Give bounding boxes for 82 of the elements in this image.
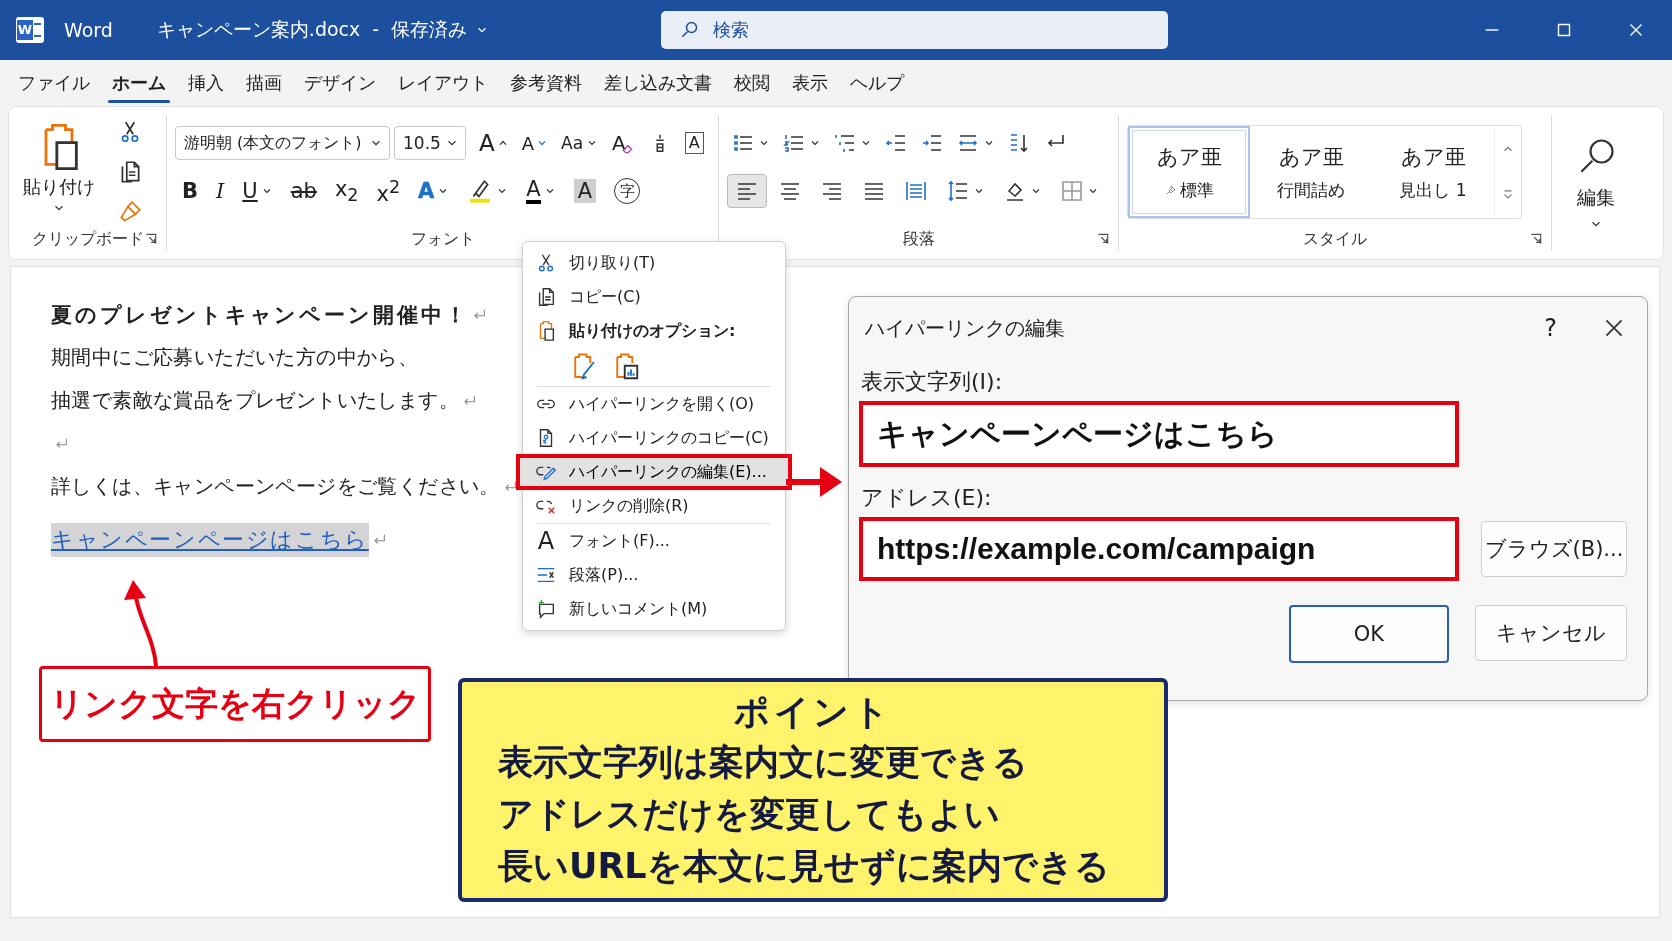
group-label: スタイル [1303, 228, 1367, 250]
note-text: 表示文字列は案内文に変更できる [498, 741, 1029, 784]
paragraph-tool-icon [946, 179, 970, 203]
hyperlink-text[interactable]: キャンペーンページはこちら [51, 522, 369, 557]
note-text: 長いURLを本文に見せずに案内できる [498, 845, 1111, 888]
callout-label: リンク文字を右クリック [39, 666, 431, 742]
search-icon [679, 20, 699, 40]
paragraph-text: 夏のプレゼントキャンペーン開催中！ [51, 301, 469, 329]
dialog-title: ハイパーリンクの編集 [865, 314, 1066, 342]
word-logo-icon: W [16, 17, 44, 43]
paragraph-tool-icon [1060, 179, 1084, 203]
ribbon-tab[interactable]: 校閲 [724, 63, 780, 103]
menu-item[interactable]: 段落(P)... [523, 558, 785, 592]
display-text-field[interactable]: キャンペーンページはこちら [859, 401, 1459, 467]
note-title: ポイント [734, 691, 892, 734]
group-label: 段落 [902, 228, 935, 250]
menu-item[interactable]: ハイパーリンクのコピー(C) [523, 421, 785, 455]
paragraph-text: 期間中にご応募いただいた方の中から、 [51, 344, 419, 371]
strikethrough-button[interactable]: ab [283, 174, 324, 208]
app-name: Word [64, 19, 113, 41]
style-item[interactable]: あア亜 行間詰め [1250, 126, 1372, 218]
character-border-button[interactable]: A [679, 126, 709, 160]
cancel-button[interactable]: キャンセル [1475, 605, 1627, 661]
character-shading-button[interactable]: A [566, 174, 604, 208]
browse-button[interactable]: ブラウズ(B)... [1481, 521, 1627, 577]
menu-item[interactable]: A フォント(F)... [523, 524, 785, 558]
dialog-launcher-icon[interactable] [1096, 232, 1110, 246]
paragraph-tool-icon [904, 179, 928, 203]
menu-item[interactable]: ハイパーリンクを開く(O) [523, 387, 785, 421]
ok-button[interactable]: OK [1289, 605, 1449, 663]
menu-header: 貼り付けのオプション: [523, 314, 785, 348]
help-button[interactable]: ? [1544, 314, 1557, 342]
pin-icon [1164, 184, 1177, 196]
style-item[interactable]: あア亜 見出し 1 [1372, 126, 1494, 218]
ribbon-tab[interactable]: 表示 [782, 63, 838, 103]
document-title-button[interactable]: キャンペーン案内.docx - 保存済み [156, 17, 490, 43]
down-caret-icon [537, 138, 548, 148]
ribbon-tab[interactable]: 挿入 [178, 63, 234, 103]
ribbon-tab[interactable]: ファイル [8, 63, 100, 103]
field-label: アドレス(E): [860, 484, 993, 512]
ribbon-tab[interactable]: 描画 [236, 63, 292, 103]
align-left-button[interactable] [727, 174, 767, 208]
subscript-button[interactable]: x$_{2}$ [327, 174, 366, 208]
letter-icon: A [535, 527, 557, 555]
paragraph-text: 詳しくは、キャンペーンページをご覧ください。 [51, 473, 500, 500]
italic-button[interactable]: I [209, 174, 232, 208]
shrink-font-button[interactable]: A [516, 126, 553, 160]
dialog-launcher-icon[interactable] [144, 232, 158, 246]
paragraph-text: 抽選で素敵な賞品をプレゼントいたします。 [51, 387, 459, 414]
style-item[interactable]: あア亜 標準 [1128, 126, 1250, 218]
address-field[interactable]: https://example.com/campaign [859, 517, 1459, 581]
paste-button[interactable]: 貼り付け [23, 115, 95, 227]
up-caret-icon [497, 138, 508, 148]
group-label: フォント [410, 228, 475, 250]
change-case-button[interactable]: Aa [556, 126, 604, 160]
search-field[interactable]: 検索 [661, 11, 1168, 49]
group-label: クリップボード [31, 228, 144, 250]
editing-button[interactable]: 編集 [1560, 135, 1632, 231]
ribbon-tab[interactable]: レイアウト [388, 63, 498, 103]
text-effects-button[interactable]: A [411, 174, 457, 208]
grow-font-button[interactable]: A [474, 126, 513, 160]
note-text: アドレスだけを変更してもよい [498, 793, 1001, 836]
dialog-launcher-icon[interactable] [1529, 232, 1543, 246]
brush-icon[interactable] [117, 199, 143, 225]
menu-item[interactable]: 新しいコメント(M) [523, 592, 785, 626]
menu-item[interactable]: 切り取り(T) [523, 246, 785, 280]
superscript-button[interactable]: x$^{2}$ [369, 174, 408, 208]
field-label: 表示文字列(I): [860, 368, 1004, 396]
ribbon-tab[interactable]: デザイン [294, 63, 386, 103]
ribbon-tab[interactable]: 差し込み文書 [594, 63, 722, 103]
font-color-button[interactable]: A [519, 174, 563, 208]
clear-formatting-button[interactable]: A [607, 126, 640, 160]
ribbon-tab[interactable]: ホーム [102, 63, 176, 103]
font-size-dropdown[interactable]: 10.5 [394, 126, 466, 160]
ribbon-tab[interactable]: ヘルプ [840, 63, 914, 103]
underline-button[interactable]: U [235, 174, 280, 208]
menu-item[interactable]: コピー(C) [523, 280, 785, 314]
ribbon-tab[interactable]: 参考資料 [500, 63, 592, 103]
bold-button[interactable]: B [175, 174, 205, 208]
font-name-dropdown[interactable]: 游明朝 (本文のフォント) [175, 126, 390, 160]
menu-item[interactable]: ハイパーリンクの編集(E)... [517, 455, 791, 489]
menu-item[interactable]: リンクの削除(R) [523, 489, 785, 523]
